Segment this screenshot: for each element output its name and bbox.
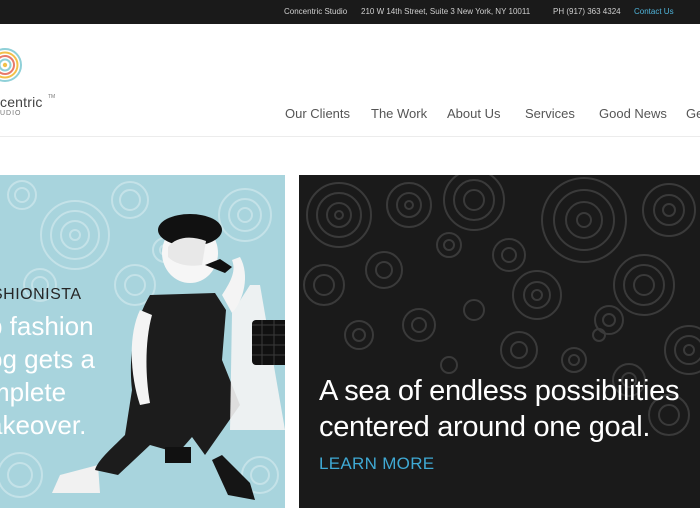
- nav-more-truncated[interactable]: Ge: [686, 106, 700, 121]
- logo-wordmark[interactable]: centric: [0, 94, 43, 110]
- hero-tagline-line: A sea of endless possibilities: [319, 375, 680, 407]
- studio-name: Concentric Studio: [284, 7, 348, 16]
- top-bar: Concentric Studio 210 W 14th Street, Sui…: [0, 0, 700, 24]
- learn-more-link[interactable]: LEARN MORE: [319, 454, 434, 474]
- logo-trademark: TM: [48, 94, 56, 100]
- feature-headline-line: akeover.: [0, 410, 87, 440]
- nav-good-news[interactable]: Good News: [599, 106, 667, 121]
- nav-our-clients[interactable]: Our Clients: [285, 106, 350, 121]
- feature-headline-line: og gets a: [0, 344, 95, 374]
- logo-subtext: UDIO: [0, 110, 22, 117]
- site-header: centric TM UDIO Our Clients The Work Abo…: [0, 24, 700, 137]
- concentric-logo-icon[interactable]: [0, 48, 22, 82]
- contact-us-link[interactable]: Contact Us: [634, 7, 674, 16]
- feature-eyebrow: SHIONISTA: [0, 286, 82, 303]
- feature-headline-line: p fashion: [0, 311, 94, 341]
- fashion-model-image: [52, 214, 285, 500]
- nav-services[interactable]: Services: [525, 106, 575, 121]
- nav-about-us[interactable]: About Us: [447, 106, 500, 121]
- hero-tagline-line: centered around one goal.: [319, 411, 651, 443]
- fashionista-feature-panel[interactable]: SHIONISTA p fashion og gets a mplete ake…: [0, 175, 285, 508]
- hero-banner: A sea of endless possibilities centered …: [299, 175, 700, 508]
- studio-address: 210 W 14th Street, Suite 3 New York, NY …: [361, 7, 531, 16]
- feature-headline-line: mplete: [0, 377, 67, 407]
- nav-the-work[interactable]: The Work: [371, 106, 427, 121]
- studio-phone: PH (917) 363 4324: [553, 7, 621, 16]
